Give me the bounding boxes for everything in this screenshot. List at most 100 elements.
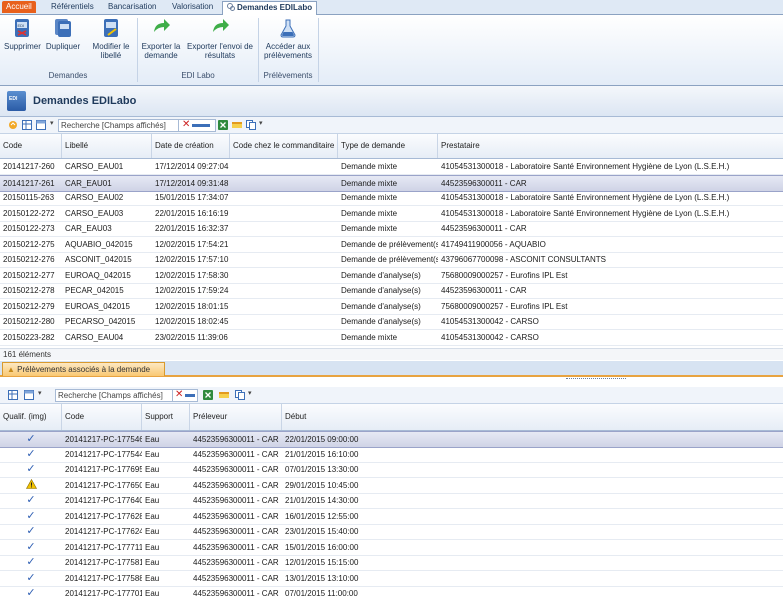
cell-support: Eau <box>145 480 160 490</box>
table-row[interactable]: ✓ 20141217-PC-177581 Eau 44523596300011 - C… <box>0 555 783 571</box>
chevron-down-icon[interactable]: ▾ <box>248 389 252 397</box>
table-row[interactable]: 20150115-263 CARSO_EAU02 15/01/2015 17:34:… <box>0 190 783 206</box>
column-header-support[interactable]: Support <box>142 404 190 430</box>
chevron-down-icon[interactable]: ▾ <box>259 119 263 127</box>
table-row[interactable]: ✓ 20141217-PC-177588 Eau 44523596300011 - C… <box>0 571 783 587</box>
access-samples-button[interactable]: Accéder aux prélèvements <box>260 18 316 60</box>
export-demand-button[interactable]: Exporter la demande <box>139 18 183 60</box>
cell-preleveur: 44523596300011 - CAR <box>193 480 279 490</box>
search-clear-control[interactable]: ✕ <box>172 389 198 402</box>
table-row[interactable]: 20150223-282 CARSO_EAU04 23/02/2015 11:39:… <box>0 330 783 346</box>
copy-icon[interactable] <box>235 390 245 400</box>
table-row[interactable]: ✓ 20141217-PC-177624 Eau 44523596300011 - C… <box>0 524 783 540</box>
requests-grid: 20141217-260 CARSO_EAU01 17/12/2014 09:27:… <box>0 159 783 347</box>
edilabo-tab-icon <box>227 3 235 11</box>
table-row[interactable]: 20141217-PC-177650 Eau 44523596300011 - CA… <box>0 478 783 494</box>
cell-support: Eau <box>145 465 160 474</box>
search-clear-control[interactable]: ✕ <box>178 119 216 132</box>
cell-debut: 23/01/2015 15:40:00 <box>285 527 359 536</box>
tab-associated-samples[interactable]: ▲ Prélèvements associés à la demande <box>2 362 166 376</box>
columns-icon[interactable] <box>24 390 34 400</box>
cell-type-demande: Demande d'analyse(s) <box>341 270 421 280</box>
column-header-preleveur[interactable]: Préleveur <box>190 404 282 430</box>
checkmark-icon: ✓ <box>26 447 36 460</box>
column-header-debut[interactable]: Début <box>282 404 783 430</box>
cell-prestataire: 41054531300042 - CARSO <box>441 332 539 342</box>
samples-grid: ✓ 20141217-PC-177546 Eau 44523596300011 - C… <box>0 431 783 600</box>
highlight-icon[interactable] <box>219 390 229 400</box>
highlight-icon[interactable] <box>232 120 242 130</box>
table-row[interactable]: ✓ 20141217-PC-177701 Eau 44523596300011 - C… <box>0 586 783 600</box>
cell-preleveur: 44523596300011 - CAR <box>193 449 279 459</box>
cell-code-commanditaire <box>230 221 338 236</box>
cell-preleveur: 44523596300011 - CAR <box>193 496 279 505</box>
table-row[interactable]: 20150212-279 EUROAS_042015 12/02/2015 18:0… <box>0 299 783 315</box>
grid-view-icon[interactable] <box>22 120 32 130</box>
table-row[interactable]: 20150212-276 ASCONIT_042015 12/02/2015 17:… <box>0 252 783 268</box>
column-header-code[interactable]: Code <box>0 134 62 158</box>
table-row[interactable]: ✓ 20141217-PC-177628 Eau 44523596300011 - C… <box>0 509 783 525</box>
refresh-icon[interactable] <box>8 120 18 130</box>
cell-code: 20150212-276 <box>3 255 55 264</box>
column-header-code-commanditaire[interactable]: Code chez le commanditaire <box>230 134 338 158</box>
tab-accueil[interactable]: Accueil <box>2 1 36 13</box>
samples-search-input[interactable]: Recherche [Champs affichés] <box>55 389 174 402</box>
export-arrow-icon <box>154 19 170 32</box>
chevron-down-icon[interactable]: ▾ <box>38 389 42 397</box>
copy-icon[interactable] <box>246 120 256 130</box>
column-header-libelle[interactable]: Libellé <box>62 134 152 158</box>
cell-prestataire: 44523596300011 - CAR <box>441 224 527 233</box>
delete-button[interactable]: EDI Supprimer <box>4 18 41 51</box>
column-header-prestataire[interactable]: Prestataire <box>438 134 783 158</box>
duplicate-button[interactable]: Dupliquer <box>44 18 82 51</box>
table-row[interactable]: 20141217-260 CARSO_EAU01 17/12/2014 09:27:… <box>0 159 783 175</box>
column-header-code[interactable]: Code <box>62 404 142 430</box>
table-row[interactable]: ✓ 20141217-PC-177640 Eau 44523596300011 - C… <box>0 493 783 509</box>
access-samples-label-line2: prélèvements <box>263 51 313 60</box>
table-row[interactable]: 20150122-273 CAR_EAU03 22/01/2015 16:32:37… <box>0 221 783 237</box>
edit-label-button-line2: libellé <box>100 51 122 60</box>
cell-preleveur: 44523596300011 - CAR <box>193 435 279 444</box>
tab-valorisation[interactable]: Valorisation <box>168 1 217 13</box>
tab-referentiels[interactable]: Référentiels <box>47 1 98 13</box>
checkmark-icon: ✓ <box>26 540 36 553</box>
cell-code: 20141217-PC-177695 <box>65 465 142 474</box>
table-row[interactable]: 20150212-278 PECAR_042015 12/02/2015 17:59… <box>0 283 783 299</box>
export-results-button[interactable]: Exporter l'envoi de résultats <box>184 18 256 60</box>
column-header-type-demande[interactable]: Type de demande <box>338 134 438 158</box>
table-row[interactable]: ✓ 20141217-PC-177546 Eau 44523596300011 - C… <box>0 431 783 448</box>
columns-icon[interactable] <box>36 120 46 130</box>
cell-prestataire: 75680009000257 - Eurofins IPL Est <box>441 301 568 311</box>
search-input[interactable]: Recherche [Champs affichés] <box>58 119 180 132</box>
table-row[interactable]: 20150212-275 AQUABIO_042015 12/02/2015 17:… <box>0 237 783 253</box>
column-header-qualif[interactable]: Qualif. (img) <box>0 404 62 430</box>
cell-code: 20141217-PC-177581 <box>65 558 142 567</box>
cell-code-commanditaire <box>230 268 338 283</box>
table-row[interactable]: 20150212-280 PECARSO_042015 12/02/2015 18:… <box>0 314 783 330</box>
cell-debut: 21/01/2015 16:10:00 <box>285 449 359 459</box>
cell-debut: 12/01/2015 15:15:00 <box>285 558 359 567</box>
cell-date-creation: 12/02/2015 18:02:45 <box>155 317 229 326</box>
edit-label-button[interactable]: Modifier le libellé <box>88 18 134 60</box>
table-row[interactable]: ✓ 20141217-PC-177695 Eau 44523596300011 - C… <box>0 462 783 478</box>
table-row[interactable]: 20150122-272 CARSO_EAU03 22/01/2015 16:16:… <box>0 206 783 222</box>
table-row[interactable]: ✓ 20141217-PC-177711 Eau 44523596300011 - C… <box>0 540 783 556</box>
cell-libelle: CAR_EAU01 <box>65 178 112 188</box>
grid-view-icon[interactable] <box>8 390 18 400</box>
table-row[interactable]: 20150212-277 EUROAQ_042015 12/02/2015 17:5… <box>0 268 783 284</box>
cell-code: 20150212-280 <box>3 317 55 326</box>
grid-toolbar: ▾ Recherche [Champs affichés] ✕ ▾ <box>0 117 783 134</box>
search-scope-icon <box>185 394 195 397</box>
panel-splitter[interactable] <box>566 378 626 382</box>
table-row[interactable]: ✓ 20141217-PC-177544 Eau 44523596300011 - C… <box>0 447 783 463</box>
table-row[interactable]: 20141217-261 CAR_EAU01 17/12/2014 09:31:48… <box>0 174 783 192</box>
tab-demandes-edilabo[interactable]: Demandes EDILabo <box>222 1 318 15</box>
column-header-date-creation[interactable]: Date de création <box>152 134 230 158</box>
cell-date-creation: 12/02/2015 18:01:15 <box>155 301 229 311</box>
tab-bancarisation[interactable]: Bancarisation <box>104 1 160 13</box>
access-samples-label-line1: Accéder aux <box>265 42 311 51</box>
excel-export-icon[interactable] <box>218 120 228 130</box>
cell-preleveur: 44523596300011 - CAR <box>193 589 279 598</box>
chevron-down-icon[interactable]: ▾ <box>50 119 54 127</box>
excel-export-icon[interactable] <box>203 390 213 400</box>
